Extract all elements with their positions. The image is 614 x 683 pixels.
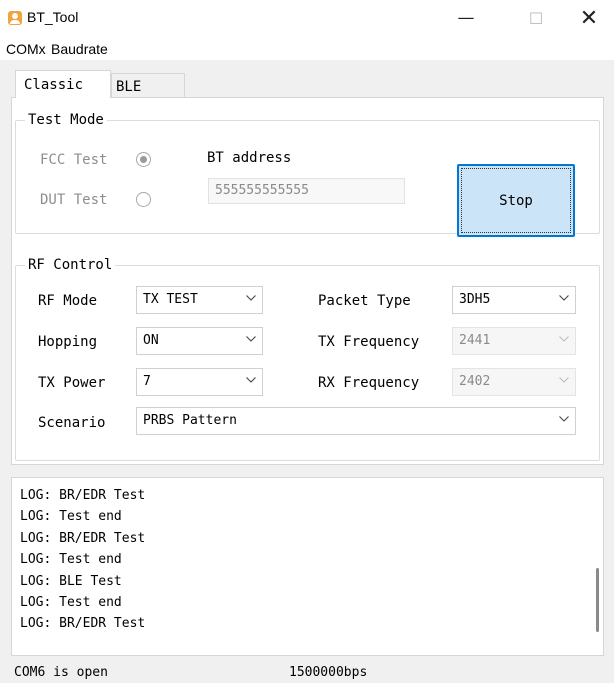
tx-frequency-select[interactable]: 2441 xyxy=(452,327,576,355)
dut-test-radio[interactable] xyxy=(136,192,151,207)
window-title: BT_Tool xyxy=(27,9,79,25)
stop-button-label: Stop xyxy=(499,192,533,209)
rf-control-group: RF Control RF Mode TX TEST Hopping ON TX… xyxy=(15,257,600,461)
rf-mode-label: RF Mode xyxy=(38,293,98,309)
log-line: LOG: Test end xyxy=(20,595,122,611)
chevron-down-icon xyxy=(559,416,569,425)
log-line: LOG: Test end xyxy=(20,509,122,525)
tx-power-label: TX Power xyxy=(38,375,106,391)
close-button[interactable]: ✕ xyxy=(566,0,612,36)
chevron-down-icon xyxy=(246,336,256,345)
rx-frequency-select[interactable]: 2402 xyxy=(452,368,576,396)
test-mode-group: Test Mode FCC Test DUT Test BT address 5… xyxy=(15,112,600,237)
chevron-down-icon xyxy=(559,377,569,386)
chevron-down-icon xyxy=(246,295,256,304)
rf-mode-value: TX TEST xyxy=(143,292,198,307)
tab-ble[interactable]: BLE xyxy=(111,73,185,98)
rf-control-title: RF Control xyxy=(25,257,116,273)
bt-address-field[interactable]: 555555555555 xyxy=(208,178,405,204)
log-scrollbar[interactable] xyxy=(596,568,599,632)
log-line: LOG: BR/EDR Test xyxy=(20,488,146,503)
packet-type-value: 3DH5 xyxy=(459,292,491,307)
status-port: COM6 is open xyxy=(14,665,108,680)
tx-power-select[interactable]: 7 xyxy=(136,368,263,396)
tx-frequency-label: TX Frequency xyxy=(318,334,420,350)
chevron-down-icon xyxy=(559,336,569,345)
status-baudrate: 1500000bps xyxy=(289,665,368,680)
hopping-select[interactable]: ON xyxy=(136,327,263,355)
dut-test-label: DUT Test xyxy=(40,192,108,208)
tab-classic[interactable]: Classic xyxy=(15,70,111,98)
tx-frequency-value: 2441 xyxy=(459,333,491,348)
maximize-button[interactable]: ☐ xyxy=(513,0,559,36)
fcc-test-label: FCC Test xyxy=(40,152,108,168)
minimize-button[interactable]: — xyxy=(443,0,489,36)
rx-frequency-value: 2402 xyxy=(459,374,491,389)
classic-tab-panel: Test Mode FCC Test DUT Test BT address 5… xyxy=(11,97,604,465)
packet-type-select[interactable]: 3DH5 xyxy=(452,286,576,314)
hopping-label: Hopping xyxy=(38,334,98,350)
chevron-down-icon xyxy=(559,295,569,304)
hopping-value: ON xyxy=(143,333,159,348)
rx-frequency-label: RX Frequency xyxy=(318,375,420,391)
chevron-down-icon xyxy=(246,377,256,386)
stop-button[interactable]: Stop xyxy=(457,164,575,237)
status-bar: COM6 is open 1500000bps xyxy=(0,658,614,683)
fcc-test-radio[interactable] xyxy=(136,152,151,167)
scenario-value: PRBS Pattern xyxy=(143,413,237,428)
title-bar[interactable]: BT_Tool — ☐ ✕ xyxy=(0,0,614,38)
log-lines: LOG: BR/EDR Test LOG: Test end LOG: BR/E… xyxy=(20,485,145,635)
scenario-label: Scenario xyxy=(38,415,106,431)
log-line: LOG: BR/EDR Test xyxy=(20,530,146,546)
log-panel[interactable]: LOG: BR/EDR Test LOG: Test end LOG: BR/E… xyxy=(11,477,604,656)
menu-bar: COMx Baudrate xyxy=(0,38,614,60)
menu-comx[interactable]: COMx xyxy=(6,41,46,57)
log-line: LOG: BR/EDR Test xyxy=(20,616,146,632)
scenario-select[interactable]: PRBS Pattern xyxy=(136,407,576,435)
test-mode-title: Test Mode xyxy=(25,112,107,128)
packet-type-label: Packet Type xyxy=(318,293,411,309)
menu-baudrate[interactable]: Baudrate xyxy=(51,41,108,57)
bt-address-label: BT address xyxy=(207,150,292,166)
tx-power-value: 7 xyxy=(143,374,151,389)
app-icon xyxy=(8,11,22,25)
log-line: LOG: BLE Test xyxy=(20,573,122,589)
rf-mode-select[interactable]: TX TEST xyxy=(136,286,263,314)
log-line: LOG: Test end xyxy=(20,552,122,568)
